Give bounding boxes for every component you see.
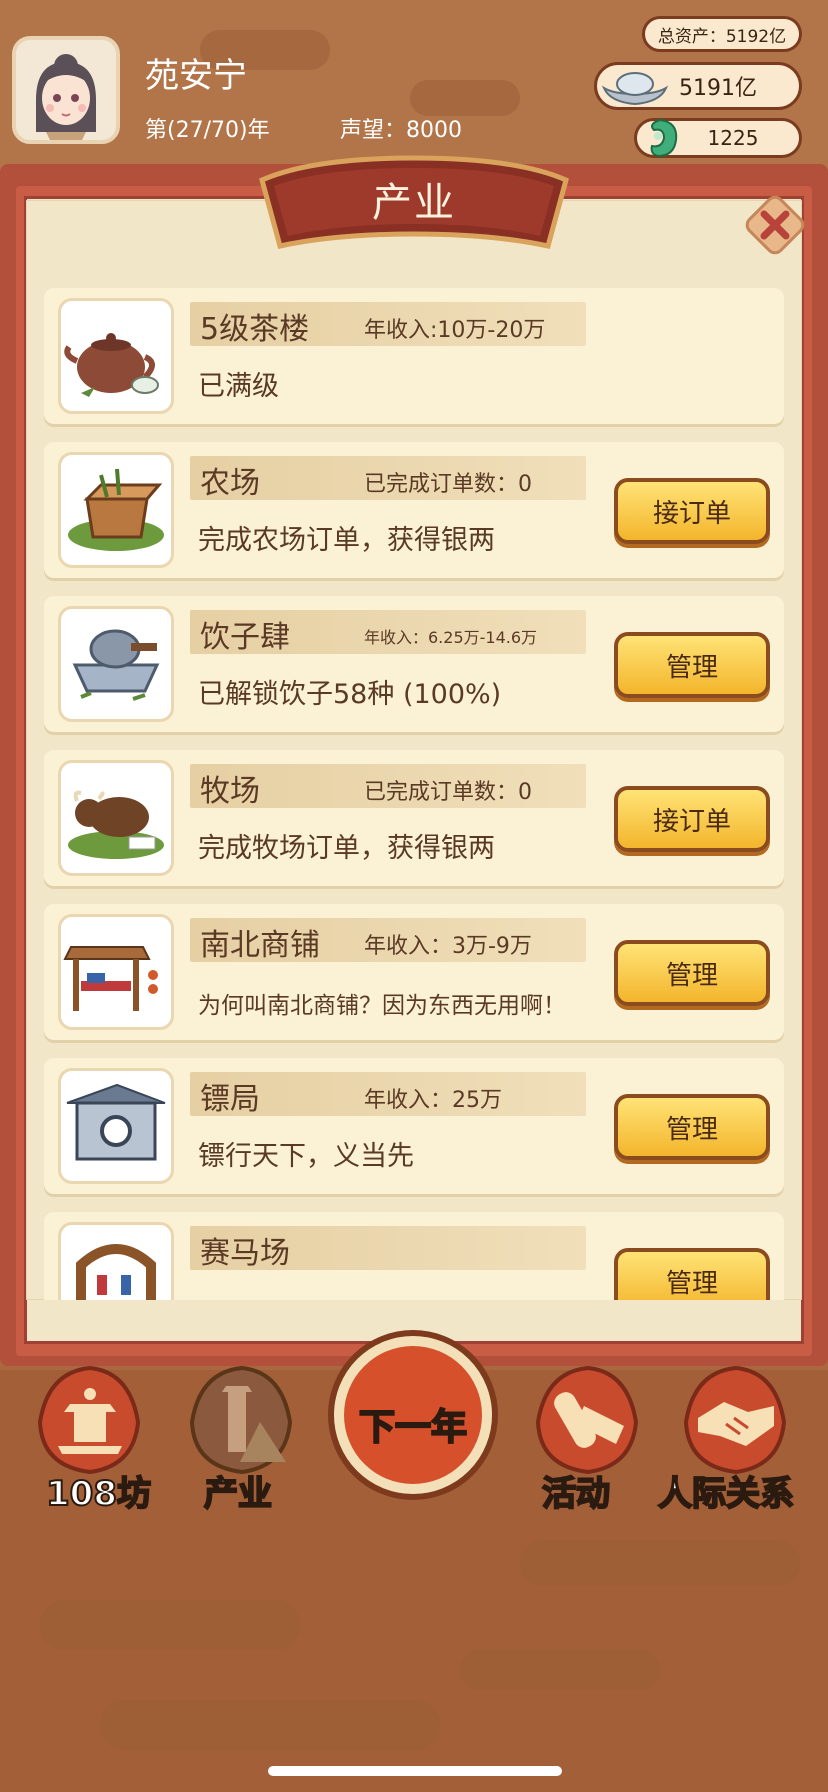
bg-swirl [520, 1540, 800, 1586]
industry-card-farm[interactable]: 农场 已完成订单数：0 完成农场订单，获得银两 接订单 [44, 442, 784, 578]
bg-swirl [40, 1600, 300, 1650]
teapot-icon [58, 298, 174, 414]
page-title: 产业 [372, 180, 456, 226]
nav-activity[interactable] [528, 1362, 648, 1482]
take-order-button[interactable]: 接订单 [614, 786, 770, 852]
silver-amount: 5191亿 [679, 76, 757, 101]
industry-desc: 已解锁饮子58种 (100%) [198, 679, 502, 710]
industry-desc: 完成牧场订单，获得银两 [198, 833, 495, 864]
manage-button[interactable]: 管理 [614, 632, 770, 698]
industry-stat: 年收入：3万-9万 [364, 934, 532, 959]
year-counter: 第(27/70)年 [145, 118, 270, 143]
pagoda-icon [37, 1365, 141, 1475]
industry-stat: 年收入:10万-20万 [364, 318, 546, 343]
bg-swirl [100, 1700, 440, 1750]
escort-gate-icon [58, 1068, 174, 1184]
silver-ingot-icon [601, 72, 669, 106]
industry-stat: 年收入：6.25万-14.6万 [364, 628, 538, 647]
nav-industry-label: 产业 [203, 1473, 273, 1515]
ox-icon [58, 760, 174, 876]
industry-name: 5级茶楼 [200, 312, 310, 347]
scroll-icon [535, 1365, 639, 1475]
industry-list[interactable]: 5级茶楼 年收入:10万-20万 已满级 农场 已完成订单数：0 完成农场订单，… [40, 280, 792, 1300]
player-name: 苑安宁 [145, 56, 247, 96]
industry-card-racecourse[interactable]: 赛马场 管理 [44, 1212, 784, 1300]
industry-desc: 已满级 [198, 371, 279, 402]
industry-card-ranch[interactable]: 牧场 已完成订单数：0 完成牧场订单，获得银两 接订单 [44, 750, 784, 886]
handshake-icon [683, 1365, 787, 1475]
total-assets-badge: 总资产：5192亿 [642, 16, 802, 52]
tower-icon [189, 1365, 293, 1475]
manage-button[interactable]: 管理 [614, 1248, 770, 1300]
close-button[interactable] [740, 190, 810, 260]
player-avatar[interactable] [12, 36, 120, 144]
industry-name: 赛马场 [200, 1236, 290, 1271]
racecourse-gate-icon [58, 1222, 174, 1300]
nav-activity-label: 活动 [541, 1473, 611, 1515]
industry-name: 饮子肆 [200, 620, 290, 655]
jade-amount: 1225 [707, 126, 759, 150]
nav-relations[interactable] [676, 1362, 796, 1482]
nav-workshops[interactable] [30, 1362, 150, 1482]
jade-pendant-icon [650, 118, 678, 158]
farm-crate-icon [58, 452, 174, 568]
nav-workshops-label: 108坊 [45, 1473, 152, 1515]
industry-name: 镖局 [200, 1082, 260, 1117]
industry-desc: 镖行天下，义当先 [198, 1141, 414, 1172]
reputation-value: 声望：8000 [340, 118, 462, 143]
manage-button[interactable]: 管理 [614, 940, 770, 1006]
market-stall-icon [58, 914, 174, 1030]
home-indicator[interactable] [268, 1766, 562, 1776]
industry-stat: 已完成订单数：0 [364, 472, 532, 497]
industry-card-escort[interactable]: 镖局 年收入：25万 镖行天下，义当先 管理 [44, 1058, 784, 1194]
industry-desc: 完成农场订单，获得银两 [198, 525, 495, 556]
nav-relations-label: 人际关系 [657, 1473, 795, 1515]
industry-name: 南北商铺 [200, 928, 320, 963]
industry-name: 农场 [200, 466, 260, 501]
industry-card-drinks-shop[interactable]: 饮子肆 年收入：6.25万-14.6万 已解锁饮子58种 (100%) 管理 [44, 596, 784, 732]
take-order-button[interactable]: 接订单 [614, 478, 770, 544]
total-assets-label: 总资产：5192亿 [657, 26, 787, 47]
industry-desc: 为何叫南北商铺？因为东西无用啊！ [198, 993, 566, 1019]
industry-card-shop[interactable]: 南北商铺 年收入：3万-9万 为何叫南北商铺？因为东西无用啊！ 管理 [44, 904, 784, 1040]
manage-button[interactable]: 管理 [614, 1094, 770, 1160]
bg-swirl [460, 1650, 660, 1690]
industry-stat: 年收入：25万 [364, 1088, 502, 1113]
industry-name: 牧场 [200, 774, 260, 809]
nav-industry[interactable] [182, 1362, 302, 1482]
industry-stat: 已完成订单数：0 [364, 780, 532, 805]
bg-swirl [410, 80, 520, 116]
industry-card-teahouse[interactable]: 5级茶楼 年收入:10万-20万 已满级 [44, 288, 784, 424]
grinder-icon [58, 606, 174, 722]
next-year-label: 下一年 [358, 1406, 468, 1449]
